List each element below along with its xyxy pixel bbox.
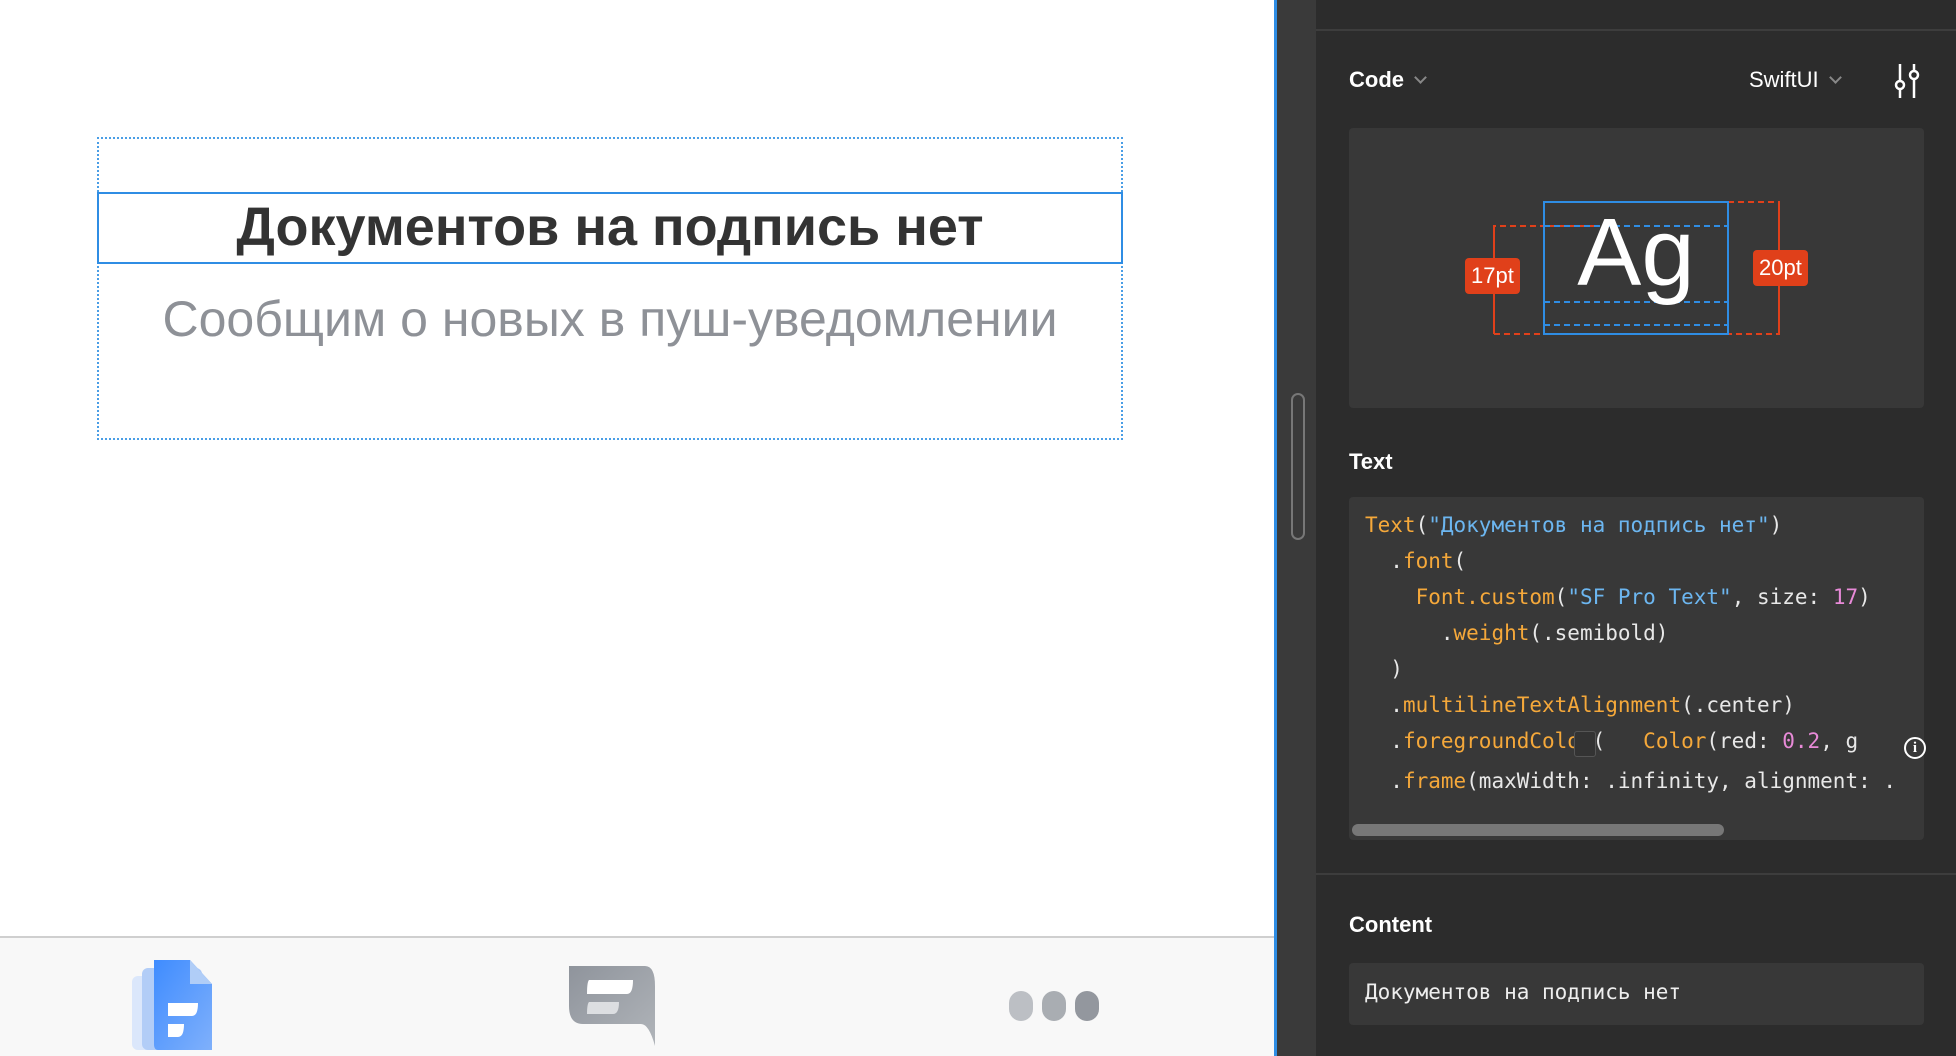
- divider: [1316, 29, 1956, 31]
- code-token: foregroundColor: [1402, 729, 1593, 753]
- more-icon: [1009, 991, 1099, 1021]
- code-token: Font.custom: [1415, 585, 1555, 609]
- code-token: .: [1365, 621, 1454, 645]
- language-dropdown[interactable]: SwiftUI: [1749, 67, 1842, 93]
- code-token: (: [1554, 585, 1568, 609]
- vertical-scrollbar[interactable]: [1291, 393, 1305, 540]
- settings-sliders-icon[interactable]: [1892, 64, 1922, 98]
- typography-preview: Ag 17pt 20pt: [1349, 128, 1924, 408]
- tab-chat[interactable]: [557, 956, 667, 1056]
- chevron-down-icon: [1414, 71, 1427, 84]
- code-token: , size:: [1731, 585, 1833, 609]
- chat-icon: [569, 966, 655, 1046]
- code-token: font: [1402, 549, 1454, 573]
- code-token: .: [1365, 693, 1403, 717]
- code-token: .: [1365, 729, 1403, 753]
- selected-layer-outline: [97, 192, 1123, 264]
- code-token: (red:: [1706, 729, 1783, 753]
- code-token: .: [1365, 549, 1403, 573]
- type-sample: Ag: [1577, 199, 1695, 306]
- color-swatch[interactable]: [1574, 731, 1596, 757]
- info-icon[interactable]: i: [1904, 737, 1926, 759]
- tab-more[interactable]: [1000, 956, 1110, 1056]
- selection-group-outline: [97, 137, 1123, 440]
- text-section-label: Text: [1349, 449, 1393, 474]
- code-token: (.center): [1681, 693, 1795, 717]
- code-token: weight: [1453, 621, 1530, 645]
- font-size-badge: 17pt: [1465, 258, 1520, 294]
- content-value[interactable]: Документов на подпись нет: [1349, 963, 1924, 1025]
- horizontal-scrollbar[interactable]: [1352, 824, 1724, 836]
- documents-icon: [132, 960, 212, 1050]
- code-token: "Документов на подпись нет": [1428, 513, 1770, 537]
- code-token: ): [1769, 513, 1783, 537]
- code-line: .multilineTextAlignment(.center): [1365, 693, 1795, 717]
- code-line: Text("Документов на подпись нет"): [1365, 513, 1782, 537]
- code-token: ): [1858, 585, 1871, 609]
- code-token: (: [1592, 729, 1644, 753]
- code-token: ): [1365, 657, 1403, 681]
- language-label: SwiftUI: [1749, 67, 1819, 92]
- content-section-label: Content: [1349, 912, 1433, 937]
- code-line: .weight(.semibold): [1365, 621, 1669, 645]
- code-token: (.semibold): [1529, 621, 1669, 645]
- divider: [1316, 873, 1956, 875]
- code-line: .foregroundColor( Color(red: 0.2, g: [1365, 729, 1858, 753]
- code-token: (: [1415, 513, 1429, 537]
- code-token: (maxWidth: .infinity, alignment: .: [1466, 769, 1897, 793]
- code-token: "SF Pro Text": [1567, 585, 1732, 609]
- code-dropdown[interactable]: Code: [1349, 67, 1427, 93]
- code-token: Text: [1365, 513, 1416, 537]
- chevron-down-icon: [1828, 71, 1842, 84]
- code-line: .frame(maxWidth: .infinity, alignment: .: [1365, 769, 1896, 793]
- code-line: .font(: [1365, 549, 1466, 573]
- code-token: (: [1453, 549, 1467, 573]
- empty-state-subtitle[interactable]: Сообщим о новых в пуш-уведомлении: [97, 290, 1123, 348]
- code-line: Font.custom("SF Pro Text", size: 17): [1365, 585, 1871, 609]
- code-token: , g: [1820, 729, 1859, 753]
- code-label: Code: [1349, 67, 1404, 92]
- code-snippet[interactable]: Text("Документов на подпись нет") .font(…: [1349, 497, 1924, 840]
- line-height-badge: 20pt: [1753, 250, 1808, 286]
- code-token: 0.2: [1782, 729, 1821, 753]
- code-token: frame: [1402, 769, 1467, 793]
- code-token: .: [1365, 769, 1403, 793]
- code-line: ): [1365, 657, 1403, 681]
- tab-documents[interactable]: [117, 956, 227, 1056]
- code-token: multilineTextAlignment: [1402, 693, 1682, 717]
- tab-bar: [0, 936, 1274, 1056]
- code-token: Color: [1643, 729, 1707, 753]
- code-token: 17: [1832, 585, 1859, 609]
